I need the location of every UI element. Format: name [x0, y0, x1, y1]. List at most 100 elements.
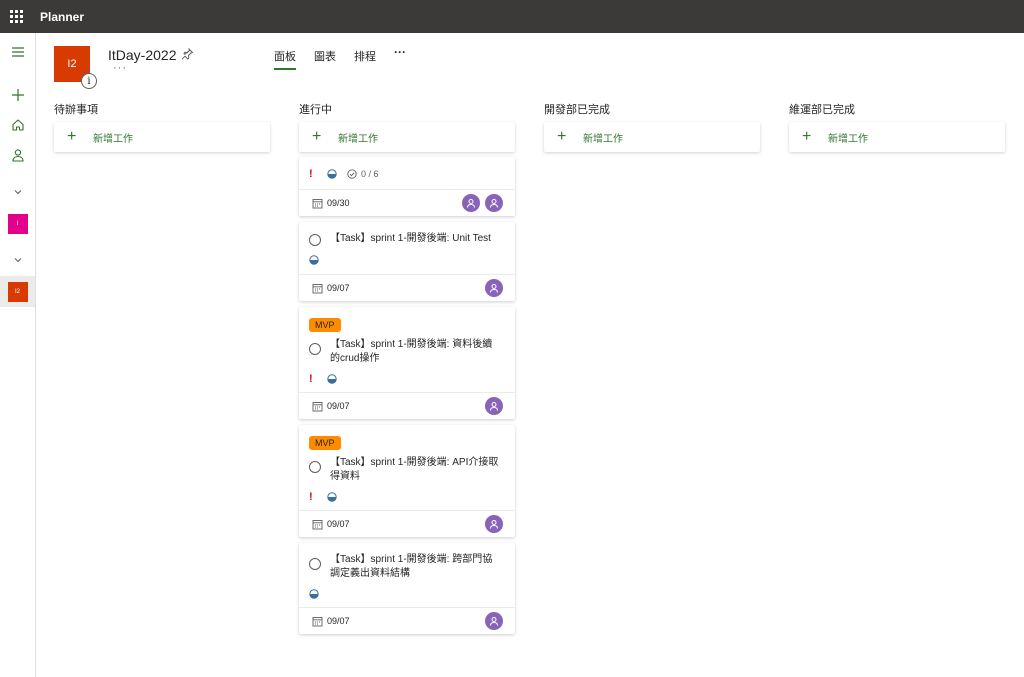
bucket-name[interactable]: 待辦事項 [54, 100, 270, 122]
important-icon: ! [309, 491, 313, 503]
complete-task-checkbox[interactable] [309, 343, 321, 355]
due-date-text: 09/07 [327, 616, 350, 626]
view-tabs: 面板 圖表 排程 ··· [274, 45, 406, 70]
new-plan-button[interactable] [0, 84, 35, 106]
checkmark-circle-icon [347, 169, 357, 179]
person-icon [490, 520, 498, 529]
plus-icon: + [802, 128, 812, 145]
task-card[interactable]: MVP 【Task】sprint 1-開發後端: API介接取得資料 ! 09/… [299, 425, 515, 537]
plan-title: ItDay-2022 [108, 47, 177, 63]
my-tasks-button[interactable] [0, 144, 35, 166]
add-task-label: 新增工作 [93, 133, 133, 145]
tab-charts[interactable]: 圖表 [314, 48, 336, 70]
assignees [480, 612, 503, 630]
calendar-icon [312, 519, 323, 529]
add-task-button[interactable]: + 新增工作 [299, 122, 515, 152]
plan-shortcut-i2[interactable]: I2 [0, 276, 35, 307]
avatar[interactable] [485, 194, 503, 212]
in-progress-icon [309, 589, 319, 599]
avatar[interactable] [485, 397, 503, 415]
chevron-down-icon [14, 258, 21, 263]
left-rail: I I2 [0, 33, 36, 677]
assignees [480, 515, 503, 533]
tab-schedule[interactable]: 排程 [354, 48, 376, 70]
info-icon[interactable]: i [81, 73, 97, 89]
in-progress-icon [327, 169, 337, 179]
add-task-button[interactable]: + 新增工作 [789, 122, 1005, 152]
complete-task-checkbox[interactable] [309, 461, 321, 473]
person-icon [490, 199, 498, 208]
waffle-icon [10, 10, 23, 23]
person-icon [467, 199, 475, 208]
in-progress-icon [327, 492, 337, 502]
task-card[interactable]: 【Task】sprint 1-開發後端: 跨部門協調定義出資料結構 09/07 [299, 543, 515, 634]
planner-hub-button[interactable] [0, 114, 35, 136]
due-date-text: 09/30 [327, 198, 350, 208]
task-card[interactable]: 【Task】sprint 1-開發後端: Unit Test 09/07 [299, 222, 515, 301]
due-date: 09/30 [312, 198, 350, 209]
in-progress-icon [327, 374, 337, 384]
due-date: 09/07 [312, 616, 350, 627]
avatar[interactable] [462, 194, 480, 212]
complete-task-checkbox[interactable] [309, 558, 321, 570]
calendar-icon [312, 283, 323, 293]
task-title: 【Task】sprint 1-開發後端: 資料後續的crud操作 [330, 339, 493, 364]
person-icon [490, 284, 498, 293]
label-tag: MVP [309, 436, 341, 450]
avatar[interactable] [485, 515, 503, 533]
checklist-count: 0 / 6 [361, 169, 379, 179]
app-launcher-button[interactable] [0, 0, 33, 33]
pin-button[interactable] [180, 47, 194, 66]
top-bar: Planner [0, 0, 1024, 33]
calendar-icon [312, 401, 323, 411]
avatar[interactable] [485, 279, 503, 297]
plan-more-button[interactable]: ··· [113, 62, 127, 74]
expand-section-button[interactable] [0, 182, 35, 202]
expand-section-button-2[interactable] [0, 250, 35, 270]
plus-icon: + [312, 128, 322, 145]
important-icon: ! [309, 168, 313, 180]
pin-icon [181, 48, 193, 60]
add-task-label: 新增工作 [828, 133, 868, 145]
person-icon [11, 149, 24, 162]
bucket-name[interactable]: 維運部已完成 [789, 100, 1005, 122]
plus-icon: + [557, 128, 567, 145]
task-title: 【Task】sprint 1-開發後端: API介接取得資料 [330, 457, 499, 482]
due-date-text: 09/07 [327, 283, 350, 293]
task-card[interactable]: MVP 【Task】sprint 1-開發後端: 資料後續的crud操作 ! 0… [299, 307, 515, 419]
add-task-button[interactable]: + 新增工作 [54, 122, 270, 152]
bucket-name[interactable]: 開發部已完成 [544, 100, 760, 122]
important-icon: ! [309, 373, 313, 385]
due-date: 09/07 [312, 283, 350, 294]
label-tag: MVP [309, 318, 341, 332]
avatar[interactable] [485, 612, 503, 630]
task-title: 【Task】sprint 1-開發後端: 跨部門協調定義出資料結構 [330, 554, 493, 579]
plan-chip: I [7, 214, 28, 234]
task-card[interactable]: ! 0 / 6 09/30 [299, 157, 515, 216]
add-task-label: 新增工作 [338, 133, 378, 145]
tab-board[interactable]: 面板 [274, 48, 296, 70]
due-date-text: 09/07 [327, 519, 350, 529]
bucket-dev-done: 開發部已完成 + 新增工作 [544, 100, 760, 157]
due-date: 09/07 [312, 519, 350, 530]
bucket-in-progress: 進行中 + 新增工作 ! 0 / 6 09/30 【Task】sprint 1-… [299, 100, 515, 640]
complete-task-checkbox[interactable] [309, 234, 321, 246]
plan-chip: I2 [7, 281, 28, 302]
in-progress-icon [309, 255, 319, 265]
chevron-down-icon [14, 190, 21, 195]
app-name[interactable]: Planner [40, 10, 84, 24]
checklist-progress: 0 / 6 [347, 169, 379, 179]
bucket-ops-done: 維運部已完成 + 新增工作 [789, 100, 1005, 157]
add-task-label: 新增工作 [583, 133, 623, 145]
calendar-icon [312, 616, 323, 626]
add-task-button[interactable]: + 新增工作 [544, 122, 760, 152]
home-icon [11, 119, 24, 131]
person-icon [490, 617, 498, 626]
assignees [457, 194, 503, 212]
hamburger-menu-button[interactable] [0, 41, 35, 63]
tabs-more-button[interactable]: ··· [394, 45, 406, 70]
assignees [480, 279, 503, 297]
plus-icon [11, 89, 24, 101]
bucket-name[interactable]: 進行中 [299, 100, 515, 122]
plan-shortcut-i[interactable]: I [0, 211, 35, 237]
